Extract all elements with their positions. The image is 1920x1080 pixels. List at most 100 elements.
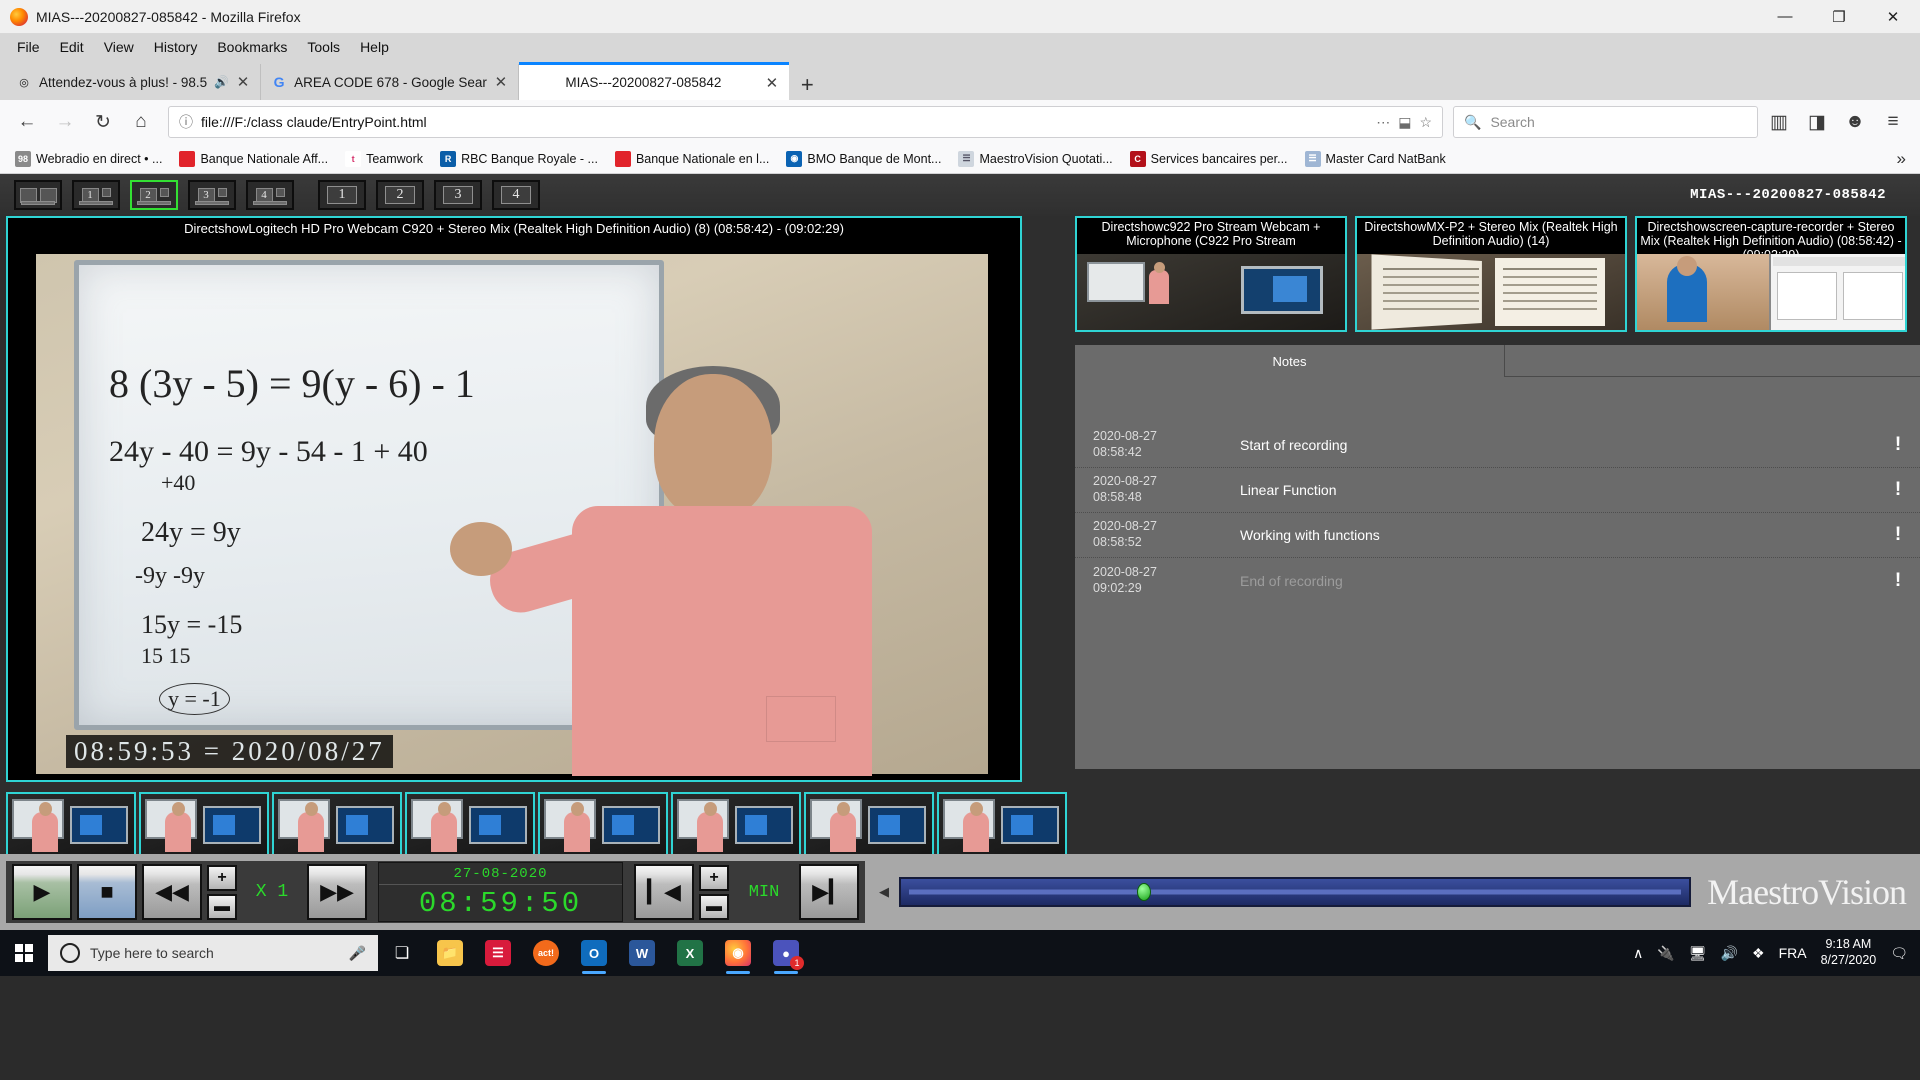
bookmark-item[interactable]: R RBC Banque Royale - ...: [433, 148, 605, 170]
menu-history[interactable]: History: [145, 36, 207, 58]
seek-slider[interactable]: [899, 877, 1692, 907]
stop-button[interactable]: ■: [77, 864, 137, 920]
teams-icon[interactable]: ● 1: [762, 930, 810, 976]
app-menu-icon[interactable]: ≡: [1876, 105, 1910, 139]
note-flag-icon[interactable]: !: [1876, 434, 1920, 456]
bookmark-item[interactable]: Banque Nationale Aff...: [172, 148, 335, 170]
battery-icon[interactable]: 🔌: [1657, 945, 1674, 962]
layout-pip-4-button[interactable]: 4: [246, 180, 294, 210]
tab-close-icon[interactable]: ✕: [765, 74, 779, 92]
microphone-icon[interactable]: 🎤: [349, 945, 366, 962]
tab-notes[interactable]: Notes: [1075, 345, 1505, 377]
menu-edit[interactable]: Edit: [51, 36, 93, 58]
main-video-panel[interactable]: DirectshowLogitech HD Pro Webcam C920 + …: [6, 216, 1022, 782]
chevron-up-icon[interactable]: ∧: [1633, 945, 1643, 962]
note-row[interactable]: 2020-08-27 08:58:52 Working with functio…: [1075, 513, 1920, 558]
note-row[interactable]: 2020-08-27 08:58:42 Start of recording !: [1075, 423, 1920, 468]
note-flag-icon[interactable]: !: [1876, 570, 1920, 592]
reload-icon[interactable]: ↻: [86, 105, 120, 139]
outlook-icon[interactable]: O: [570, 930, 618, 976]
menu-tools[interactable]: Tools: [298, 36, 349, 58]
camera-preview[interactable]: [1357, 254, 1625, 330]
layout-full-1-button[interactable]: 1: [318, 180, 366, 210]
act-icon[interactable]: act!: [522, 930, 570, 976]
volume-icon[interactable]: 🔊: [1721, 945, 1738, 962]
bookmark-item[interactable]: C Services bancaires per...: [1123, 148, 1295, 170]
app-red-icon[interactable]: ☰: [474, 930, 522, 976]
bookmark-item[interactable]: 98 Webradio en direct • ...: [8, 148, 169, 170]
note-flag-icon[interactable]: !: [1876, 479, 1920, 501]
previous-mark-button[interactable]: ▎◀: [634, 864, 694, 920]
bookmark-item[interactable]: ☰ MaestroVision Quotati...: [951, 148, 1119, 170]
notification-icon[interactable]: 🗨: [1890, 945, 1908, 962]
page-info-icon[interactable]: ⓘ: [179, 112, 193, 132]
camera-preview[interactable]: [1637, 254, 1905, 330]
back-icon[interactable]: ←: [10, 105, 44, 139]
bookmark-item[interactable]: ◉ BMO Banque de Mont...: [779, 148, 948, 170]
task-view-icon[interactable]: ❏: [378, 930, 426, 976]
layout-pip-2-button[interactable]: 2: [130, 180, 178, 210]
layout-pip-3-button[interactable]: 3: [188, 180, 236, 210]
camera-preview[interactable]: [1077, 254, 1345, 330]
camera-c922-panel[interactable]: Directshowc922 Pro Stream Webcam + Micro…: [1075, 216, 1347, 332]
sidebar-icon[interactable]: ◨: [1800, 105, 1834, 139]
menu-view[interactable]: View: [95, 36, 143, 58]
start-button[interactable]: [0, 930, 48, 976]
excel-icon[interactable]: X: [666, 930, 714, 976]
speed-increase-button[interactable]: +: [207, 864, 237, 891]
layout-full-3-button[interactable]: 3: [434, 180, 482, 210]
step-decrease-button[interactable]: ▬: [699, 893, 729, 920]
menu-bookmarks[interactable]: Bookmarks: [208, 36, 296, 58]
step-increase-button[interactable]: +: [699, 864, 729, 891]
note-flag-icon[interactable]: !: [1876, 524, 1920, 546]
camera-mxp2-panel[interactable]: DirectshowMX-P2 + Stereo Mix (Realtek Hi…: [1355, 216, 1627, 332]
play-button[interactable]: ▶: [12, 864, 72, 920]
bookmark-item[interactable]: t Teamwork: [338, 148, 430, 170]
collapse-icon[interactable]: ◀: [879, 884, 889, 900]
main-video-frame[interactable]: 8 (3y - 5) = 9(y - 6) - 1 24y - 40 = 9y …: [8, 238, 1020, 780]
close-button[interactable]: ✕: [1866, 0, 1920, 34]
bookmark-item[interactable]: ☰ Master Card NatBank: [1298, 148, 1453, 170]
menu-help[interactable]: Help: [351, 36, 398, 58]
language-indicator[interactable]: FRA: [1779, 945, 1807, 961]
fast-forward-button[interactable]: ▶▶: [307, 864, 367, 920]
firefox-icon[interactable]: ◉: [714, 930, 762, 976]
seek-handle[interactable]: [1137, 883, 1152, 901]
search-bar[interactable]: 🔍 Search: [1453, 106, 1758, 138]
bookmark-star-icon[interactable]: ☆: [1419, 114, 1432, 131]
layout-full-2-button[interactable]: 2: [376, 180, 424, 210]
taskbar-clock[interactable]: 9:18 AM 8/27/2020: [1821, 937, 1877, 968]
pocket-icon[interactable]: ⬓: [1398, 114, 1411, 131]
speaker-icon[interactable]: 🔊: [214, 75, 229, 89]
new-tab-button[interactable]: +: [789, 74, 826, 100]
note-row[interactable]: 2020-08-27 08:58:48 Linear Function !: [1075, 468, 1920, 513]
tab-close-icon[interactable]: ✕: [494, 73, 508, 91]
network-icon[interactable]: 🖥: [1689, 945, 1707, 962]
forward-icon[interactable]: →: [48, 105, 82, 139]
layout-pip-1-button[interactable]: 1: [72, 180, 120, 210]
tab-webradio[interactable]: ◎ Attendez-vous à plus! - 98.5 🔊 ✕: [6, 64, 262, 100]
taskbar-search[interactable]: Type here to search 🎤: [48, 935, 378, 971]
rewind-button[interactable]: ◀◀: [142, 864, 202, 920]
camera-screen-capture-panel[interactable]: Directshowscreen-capture-recorder + Ster…: [1635, 216, 1907, 332]
menu-file[interactable]: File: [8, 36, 49, 58]
note-row[interactable]: 2020-08-27 09:02:29 End of recording !: [1075, 558, 1920, 603]
url-bar[interactable]: ⓘ file:///F:/class claude/EntryPoint.htm…: [168, 106, 1443, 138]
tab-mias-active[interactable]: MIAS---20200827-085842 ✕: [518, 62, 789, 100]
file-explorer-icon[interactable]: 📁: [426, 930, 474, 976]
home-icon[interactable]: ⌂: [124, 105, 158, 139]
maximize-button[interactable]: ❐: [1812, 0, 1866, 34]
library-icon[interactable]: ▥: [1762, 105, 1796, 139]
speed-decrease-button[interactable]: ▬: [207, 893, 237, 920]
bookmarks-overflow-icon[interactable]: »: [1891, 149, 1912, 169]
bookmark-item[interactable]: Banque Nationale en l...: [608, 148, 776, 170]
account-icon[interactable]: ☻: [1838, 105, 1872, 139]
page-actions-icon[interactable]: ⋯: [1376, 114, 1390, 131]
dropbox-icon[interactable]: ❖: [1752, 945, 1765, 962]
next-mark-button[interactable]: ▶▎: [799, 864, 859, 920]
word-icon[interactable]: W: [618, 930, 666, 976]
minimize-button[interactable]: —: [1758, 0, 1812, 34]
tab-google-search[interactable]: G AREA CODE 678 - Google Sear ✕: [261, 64, 519, 100]
tab-close-icon[interactable]: ✕: [236, 73, 250, 91]
layout-full-4-button[interactable]: 4: [492, 180, 540, 210]
